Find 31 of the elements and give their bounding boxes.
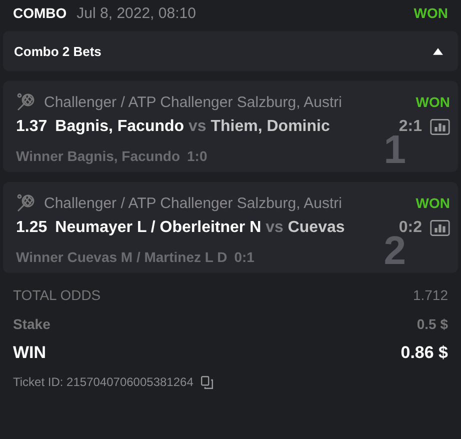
pick-score: 0:1 [234, 249, 254, 265]
bet-type: COMBO [13, 5, 67, 21]
league-name: Challenger / ATP Challenger Salzburg, Austri [44, 94, 343, 110]
stats-button[interactable] [430, 119, 450, 135]
win-label: WIN [13, 342, 46, 362]
match-title: Neumayer L / Oberleitner N vs Cuevas [55, 219, 346, 237]
result-label: WON [414, 5, 448, 21]
win-value: 0.86 $ [400, 342, 448, 362]
stake-value: 0.5 $ [416, 316, 448, 332]
ticket-id: Ticket ID: 2157040706005381264 [13, 375, 194, 389]
match-score: 0:2 [398, 219, 422, 236]
league-name: Challenger / ATP Challenger Salzburg, Austri [44, 194, 343, 212]
odds-value: 1.25 [16, 219, 48, 237]
result-label: WON [416, 195, 450, 211]
pick-label: Winner Bagnis, Facundo [16, 148, 180, 164]
total-odds-value: 1.712 [412, 286, 448, 302]
bet-date: Jul 8, 2022, 08:10 [76, 4, 197, 22]
result-label: WON [416, 94, 450, 110]
pick-label: Winner Cuevas M / Martinez L D [16, 249, 228, 265]
copy-icon[interactable] [201, 376, 214, 388]
stats-button[interactable] [430, 220, 450, 236]
tennis-racket-icon [16, 193, 36, 213]
odds-value: 1.37 [16, 118, 48, 136]
stake-label: Stake [13, 316, 50, 332]
combo-header[interactable]: Combo 2 Bets [3, 31, 458, 71]
total-odds-label: TOTAL ODDS [13, 286, 101, 302]
match-score: 2:1 [398, 118, 422, 136]
pick-score: 1:0 [187, 148, 208, 164]
tennis-racket-icon [16, 92, 36, 112]
match-title: Bagnis, Facundo vs Thiem, Dominic [55, 118, 331, 136]
caret-icon [433, 48, 443, 54]
